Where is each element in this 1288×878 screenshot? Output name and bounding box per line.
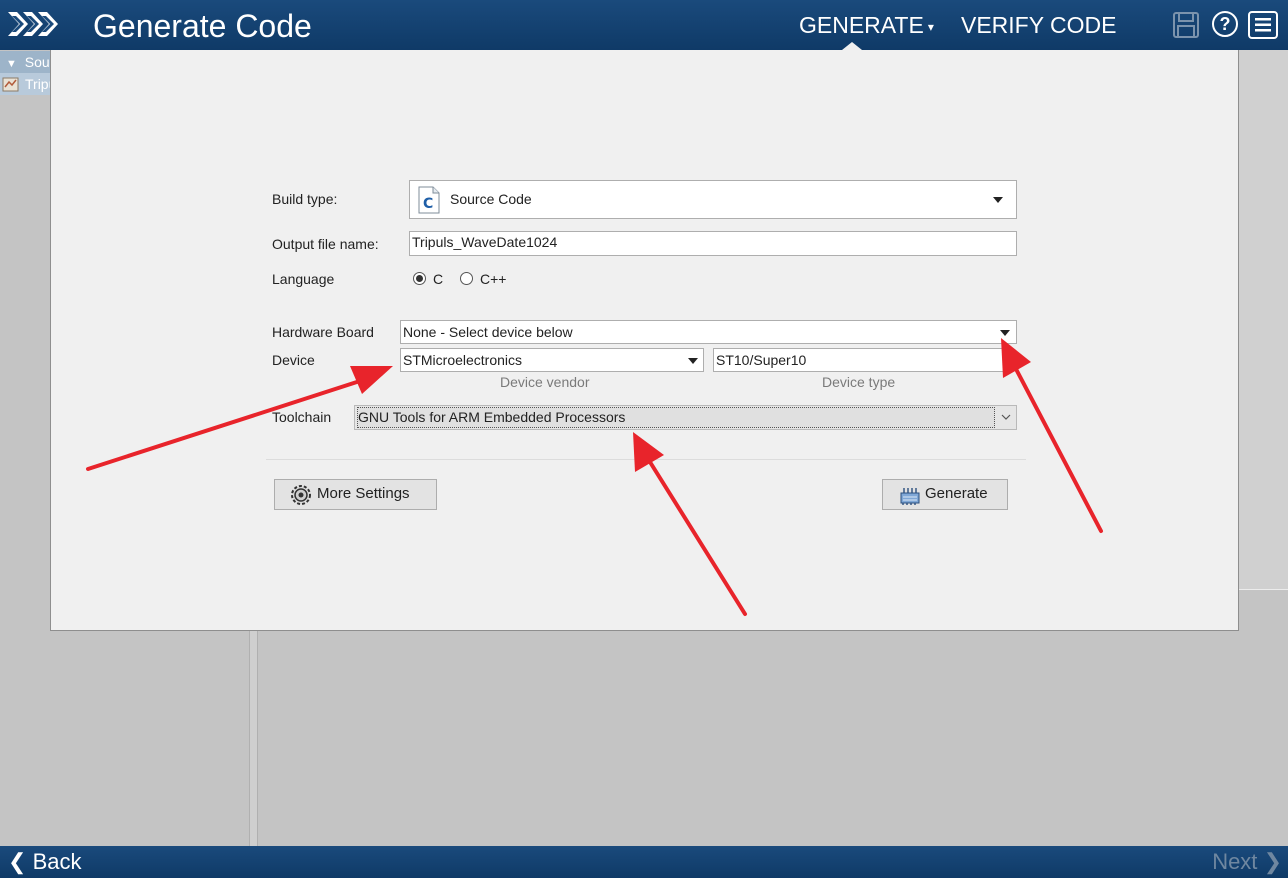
back-label: Back — [32, 849, 82, 874]
hardware-board-value: None - Select device below — [403, 324, 573, 340]
dropdown-arrow-icon — [1000, 330, 1010, 336]
chip-icon — [900, 488, 920, 505]
divider — [1238, 589, 1288, 590]
background-panel — [1238, 50, 1288, 590]
gear-icon — [291, 485, 311, 505]
chevron-left-icon: ❮ — [8, 849, 27, 874]
tree-item-tripuls[interactable]: Tripuls — [0, 73, 52, 95]
more-settings-button[interactable]: More Settings — [274, 479, 437, 510]
more-settings-label: More Settings — [317, 485, 410, 502]
help-icon[interactable]: ? — [1212, 11, 1238, 37]
chevron-right-icon: ❯ — [1263, 849, 1282, 874]
tree-item-label: Tripuls — [25, 76, 52, 92]
device-vendor-dropdown[interactable]: STMicroelectronics — [400, 348, 704, 372]
device-vendor-value: STMicroelectronics — [403, 352, 523, 368]
build-type-value: Source Code — [450, 191, 532, 207]
next-label: Next — [1212, 849, 1258, 874]
separator — [266, 459, 1026, 460]
dropdown-arrow-icon — [688, 358, 698, 364]
tree-item-source[interactable]: ▼ Source — [0, 51, 52, 73]
generate-button-label: Generate — [925, 485, 988, 502]
output-file-label: Output file name: — [272, 236, 379, 252]
page-title: Generate Code — [93, 8, 312, 44]
radio-c-label[interactable]: C — [433, 271, 443, 287]
c-source-icon: C — [418, 186, 440, 214]
chevron-down-icon — [1001, 414, 1011, 420]
header-bar: Generate Code GENERATE ▾ VERIFY CODE ? — [0, 0, 1288, 50]
radio-c[interactable] — [413, 272, 426, 285]
source-tree-panel: ▼ Source Tripuls — [0, 50, 52, 846]
tree-item-label: Source — [24, 54, 52, 70]
output-file-input[interactable]: Tripuls_WaveDate1024 — [409, 231, 1017, 256]
chevron-down-icon: ▾ — [927, 19, 934, 34]
device-type-caption: Device type — [822, 374, 896, 390]
hardware-board-dropdown[interactable]: None - Select device below — [400, 320, 1017, 344]
device-label: Device — [272, 352, 315, 368]
generate-button[interactable]: Generate — [882, 479, 1008, 510]
tab-verify-code-label: VERIFY CODE — [961, 12, 1117, 38]
radio-cpp[interactable] — [460, 272, 473, 285]
tab-verify-code[interactable]: VERIFY CODE — [961, 10, 1117, 40]
build-type-label: Build type: — [272, 191, 338, 207]
model-file-icon — [2, 77, 19, 92]
language-label: Language — [272, 271, 335, 287]
next-button[interactable]: Next ❯ — [1212, 846, 1282, 878]
c-letter: C — [423, 196, 433, 212]
tab-generate[interactable]: GENERATE ▾ — [799, 10, 934, 42]
toolchain-value: GNU Tools for ARM Embedded Processors — [357, 407, 995, 428]
panel-splitter[interactable] — [249, 630, 258, 846]
expand-triangle-icon[interactable]: ▼ — [6, 58, 17, 70]
back-button[interactable]: ❮ Back — [8, 846, 81, 878]
forward-chevrons-icon — [8, 12, 58, 36]
tab-generate-label: GENERATE — [799, 12, 924, 38]
build-type-dropdown[interactable]: C Source Code — [409, 180, 1017, 219]
dropdown-arrow-icon — [993, 197, 1003, 203]
radio-cpp-label[interactable]: C++ — [480, 271, 506, 287]
menu-icon[interactable] — [1248, 11, 1278, 39]
device-vendor-caption: Device vendor — [500, 374, 590, 390]
footer-bar: ❮ Back Next ❯ — [0, 846, 1288, 878]
hardware-board-label: Hardware Board — [272, 324, 374, 340]
active-tab-indicator — [842, 42, 862, 50]
device-type-dropdown[interactable]: ST10/Super10 — [713, 348, 1008, 372]
generate-code-dialog: Build type: C Source Code Output file na… — [50, 50, 1239, 631]
toolchain-dropdown[interactable]: GNU Tools for ARM Embedded Processors — [354, 405, 1017, 430]
toolchain-label: Toolchain — [272, 409, 332, 425]
help-glyph: ? — [1219, 14, 1231, 34]
save-icon[interactable] — [1172, 11, 1200, 39]
device-type-value: ST10/Super10 — [716, 352, 807, 368]
